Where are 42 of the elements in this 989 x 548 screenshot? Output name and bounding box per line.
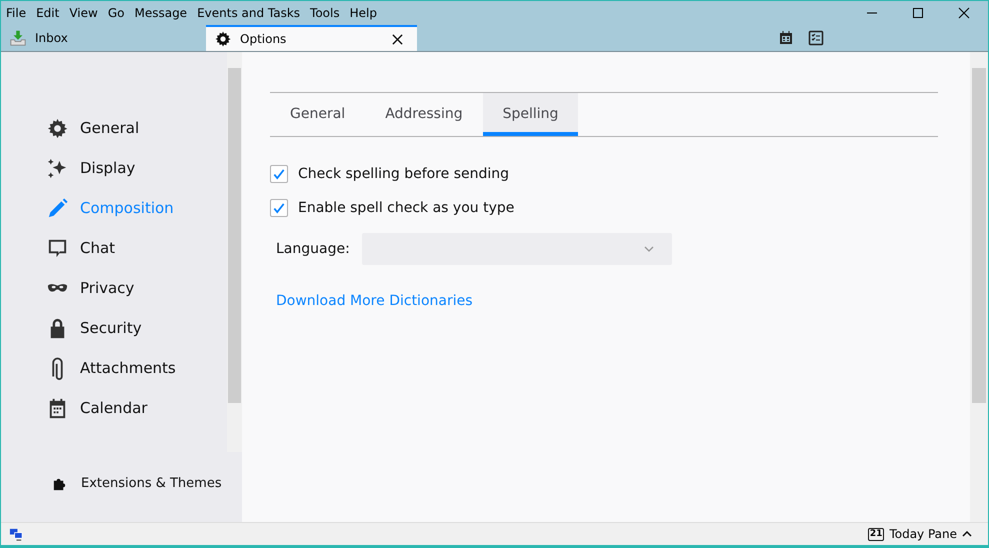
pencil-icon <box>46 196 69 220</box>
maximize-icon[interactable] <box>912 7 924 19</box>
gear-icon <box>214 30 232 48</box>
chevron-up-icon <box>962 531 972 537</box>
scrollbar[interactable] <box>227 52 242 452</box>
menu-item[interactable]: Edit <box>36 6 60 20</box>
tab[interactable]: General <box>270 93 366 136</box>
scrollbar[interactable] <box>970 52 988 522</box>
menu-item[interactable]: Events and Tasks <box>197 6 300 20</box>
tab[interactable]: Options <box>206 25 417 51</box>
sidebar-item[interactable]: Chat <box>46 228 227 268</box>
sidebar-item[interactable]: Display <box>46 148 227 188</box>
checkbox-label: Check spelling before sending <box>298 166 510 182</box>
sidebar-item[interactable]: Attachments <box>46 348 227 388</box>
menu-item[interactable]: Tools <box>310 6 340 20</box>
sidebar-item[interactable]: Security <box>46 308 227 348</box>
checkbox[interactable] <box>270 199 288 217</box>
sidebar-item[interactable]: Extensions & Themes <box>1 452 242 514</box>
checkbox-label: Enable spell check as you type <box>298 200 514 216</box>
menu-item[interactable]: Help <box>350 6 377 20</box>
sidebar-item[interactable]: General <box>46 108 227 148</box>
checkbox[interactable] <box>270 165 288 183</box>
tab[interactable]: Inbox <box>1 25 196 51</box>
tab[interactable]: Spelling <box>482 93 578 136</box>
sidebar-item[interactable]: Calendar <box>46 388 227 428</box>
menu-item[interactable]: File <box>6 6 26 20</box>
tab[interactable]: Addressing <box>365 93 483 136</box>
today-pane-button[interactable]: 21 Today Pane <box>868 527 980 541</box>
menu-item[interactable]: View <box>69 6 98 20</box>
close-icon[interactable] <box>392 34 403 44</box>
computers-icon <box>9 526 24 542</box>
menu-item[interactable]: Go <box>108 6 124 20</box>
close-icon[interactable] <box>958 7 970 19</box>
gear-icon <box>46 116 69 140</box>
menu-item[interactable]: Message <box>134 6 188 20</box>
sidebar-item[interactable]: Privacy <box>46 268 227 308</box>
language-label: Language: <box>276 241 350 257</box>
caret-icon <box>644 246 654 252</box>
inbox-download-icon <box>9 29 27 47</box>
calendar-day-icon: 21 <box>868 528 884 540</box>
calendar-icon[interactable] <box>778 30 794 46</box>
task-list-icon[interactable] <box>808 30 824 46</box>
